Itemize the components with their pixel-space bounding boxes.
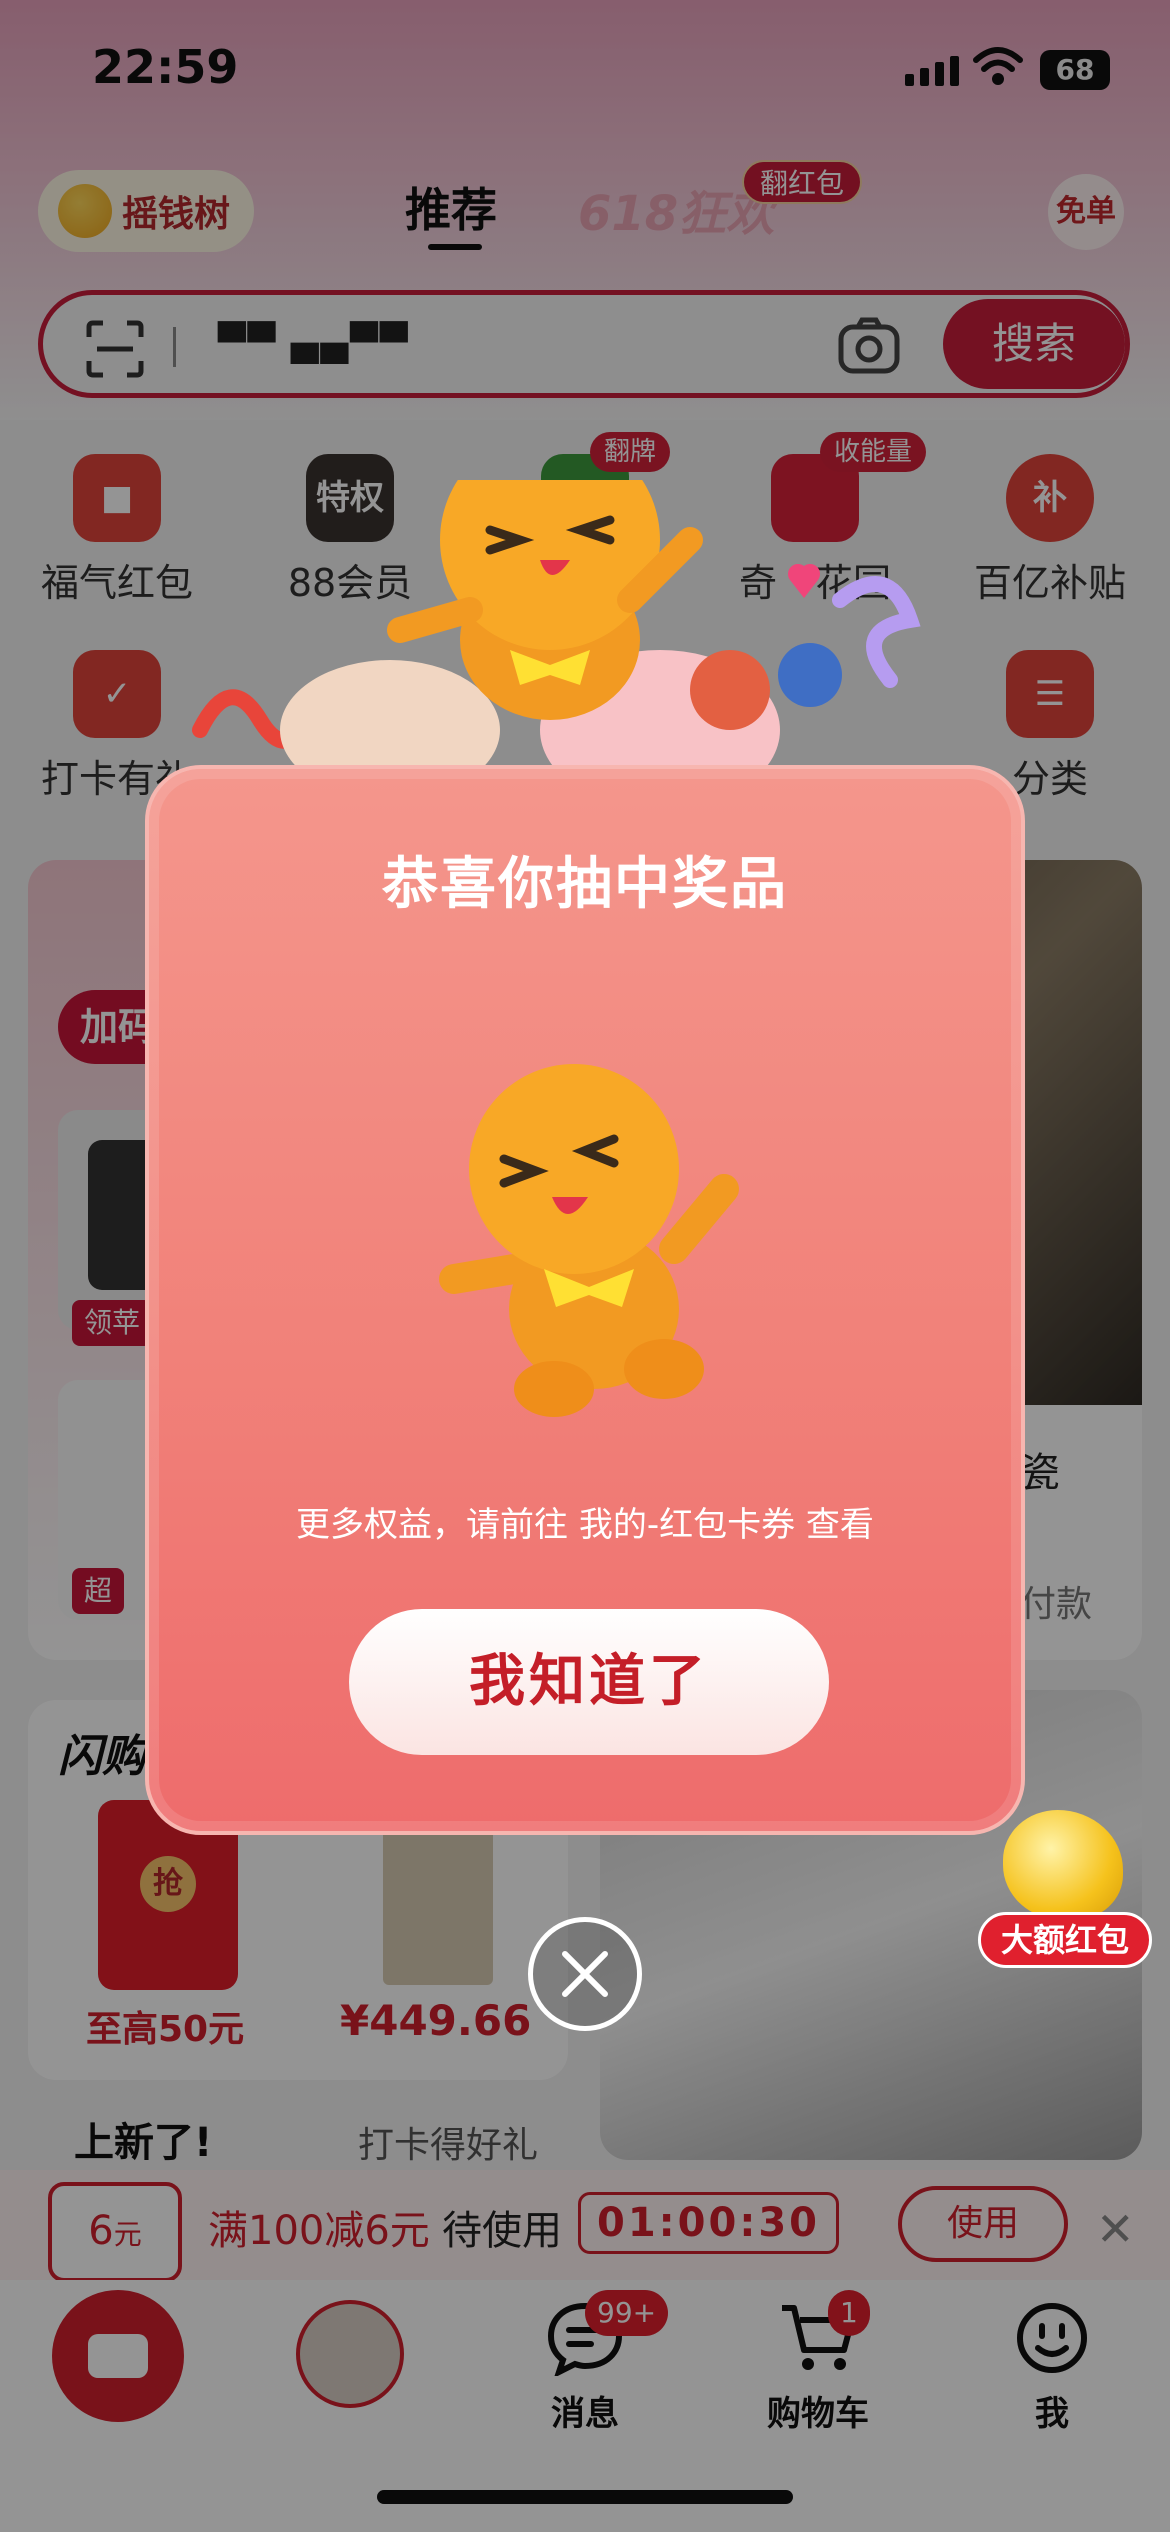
gold-bean-icon (1003, 1810, 1123, 1920)
mascot-celebration-icon (192, 480, 921, 810)
modal-note: 更多权益，请前往 我的-红包卡券 查看 (296, 1505, 874, 1545)
modal-title: 恭喜你抽中奖品 (382, 852, 788, 917)
modal-close-button[interactable] (528, 1917, 642, 2031)
big-redpack-label: 大额红包 (978, 1912, 1152, 1968)
mascot-icon (439, 1064, 739, 1417)
close-icon (562, 1951, 608, 1997)
got-it-button[interactable]: 我知道了 (349, 1609, 829, 1755)
prize-modal: 恭喜你抽中奖品 更多权益，请前往 我的-红包卡券 查看 我知道了 (145, 765, 1025, 1835)
